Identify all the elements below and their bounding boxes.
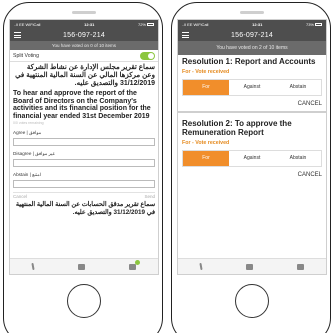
right-phone-frame: ..ll EE WiFiCall 12:31 73% 156-097-214 Y…: [171, 2, 331, 333]
left-screen: ..ll EE WiFiCall 12:31 72% 156-097-214 Y…: [9, 19, 159, 275]
disagree-label: Disagree | غير موافق: [13, 151, 55, 157]
vote-options: For Against Abstain: [182, 149, 322, 167]
disagree-input[interactable]: [13, 159, 155, 168]
vote-options: For Against Abstain: [182, 78, 322, 96]
english-resolution-heading: To hear and approve the report of the Bo…: [13, 90, 151, 120]
battery-indicator: 73%: [306, 22, 322, 27]
page-title: 156-097-214: [231, 31, 273, 39]
vote-for-button[interactable]: For: [183, 79, 229, 95]
cancel-vote-button[interactable]: CANCEL: [182, 101, 322, 107]
status-bar: ..ll EE WiFiCall 12:31 73%: [178, 20, 326, 29]
resolution-card: Resolution 2: To approve the Remuneratio…: [178, 110, 326, 178]
arabic-resolution-heading: سماع تقرير مجلس الإدارة عن نشاط الشركة و…: [15, 64, 155, 87]
home-button[interactable]: [235, 284, 269, 318]
arabic-resolution-heading-2: سماع تقرير مدقق الحسابات عن السنة المالي…: [15, 201, 155, 217]
vote-status: For - Vote received: [182, 139, 230, 146]
votes-remaining-note: 0/0 votes remaining: [13, 121, 44, 126]
battery-percent: 73%: [305, 22, 314, 27]
speaker: [240, 11, 264, 14]
chat-icon[interactable]: [78, 263, 85, 270]
chat-icon[interactable]: [246, 263, 253, 270]
hamburger-icon[interactable]: [182, 32, 189, 38]
bottom-tab-bar: [178, 258, 326, 274]
resolution-card: Resolution 1: Report and Accounts For - …: [178, 55, 326, 107]
abstain-input[interactable]: [13, 180, 155, 189]
vote-status: For - Vote received: [182, 68, 230, 75]
resolution-title: Resolution 2: To approve the Remuneratio…: [182, 118, 292, 138]
vote-abstain-button[interactable]: Abstain: [275, 150, 321, 166]
form-actions: Cancel Send: [13, 192, 155, 199]
battery-icon: [146, 23, 154, 27]
abstain-label: Abstain | امتنع: [13, 172, 42, 178]
battery-icon: [314, 23, 322, 27]
vote-for-button[interactable]: For: [183, 150, 229, 166]
speaker: [72, 11, 96, 14]
agree-label: Agree | موافق: [13, 130, 42, 136]
status-bar: ..ll EE WiFiCall 12:31 72%: [10, 20, 158, 29]
vote-progress-banner: You have voted on 2 of 10 items: [178, 41, 326, 55]
send-button[interactable]: Send: [144, 194, 155, 199]
carrier-text: ..ll EE WiFiCall: [14, 22, 41, 27]
agree-input[interactable]: [13, 138, 155, 147]
battery-percent: 72%: [137, 22, 146, 27]
home-button[interactable]: [67, 284, 101, 318]
page-title: 156-097-214: [63, 31, 105, 39]
clock: 12:31: [252, 22, 263, 27]
right-screen: ..ll EE WiFiCall 12:31 73% 156-097-214 Y…: [177, 19, 327, 275]
split-voting-toggle[interactable]: [140, 51, 155, 60]
battery-indicator: 72%: [138, 22, 154, 27]
nav-bar: 156-097-214: [178, 29, 326, 41]
cancel-button[interactable]: Cancel: [13, 194, 27, 199]
info-icon[interactable]: [199, 262, 203, 271]
notification-badge: [135, 259, 140, 265]
vote-against-button[interactable]: Against: [229, 79, 275, 95]
vote-abstain-button[interactable]: Abstain: [275, 79, 321, 95]
resolution-title: Resolution 1: Report and Accounts: [182, 57, 316, 66]
nav-bar: 156-097-214: [10, 29, 158, 41]
resolution-content: سماع تقرير مجلس الإدارة عن نشاط الشركة و…: [10, 62, 158, 217]
document-icon[interactable]: [297, 263, 304, 270]
left-phone-frame: ..ll EE WiFiCall 12:31 72% 156-097-214 Y…: [3, 2, 163, 333]
split-voting-row: Split Voting: [10, 50, 158, 62]
carrier-text: ..ll EE WiFiCall: [182, 22, 209, 27]
hamburger-icon[interactable]: [14, 32, 21, 38]
cancel-vote-button[interactable]: CANCEL: [182, 172, 322, 178]
clock: 12:31: [84, 22, 95, 27]
vote-progress-banner: You have voted on 0 of 10 items: [10, 41, 158, 50]
vote-against-button[interactable]: Against: [229, 150, 275, 166]
bottom-tab-bar: [10, 258, 158, 274]
document-icon[interactable]: [129, 259, 140, 270]
info-icon[interactable]: [31, 262, 35, 271]
split-voting-label: Split Voting: [13, 52, 39, 59]
